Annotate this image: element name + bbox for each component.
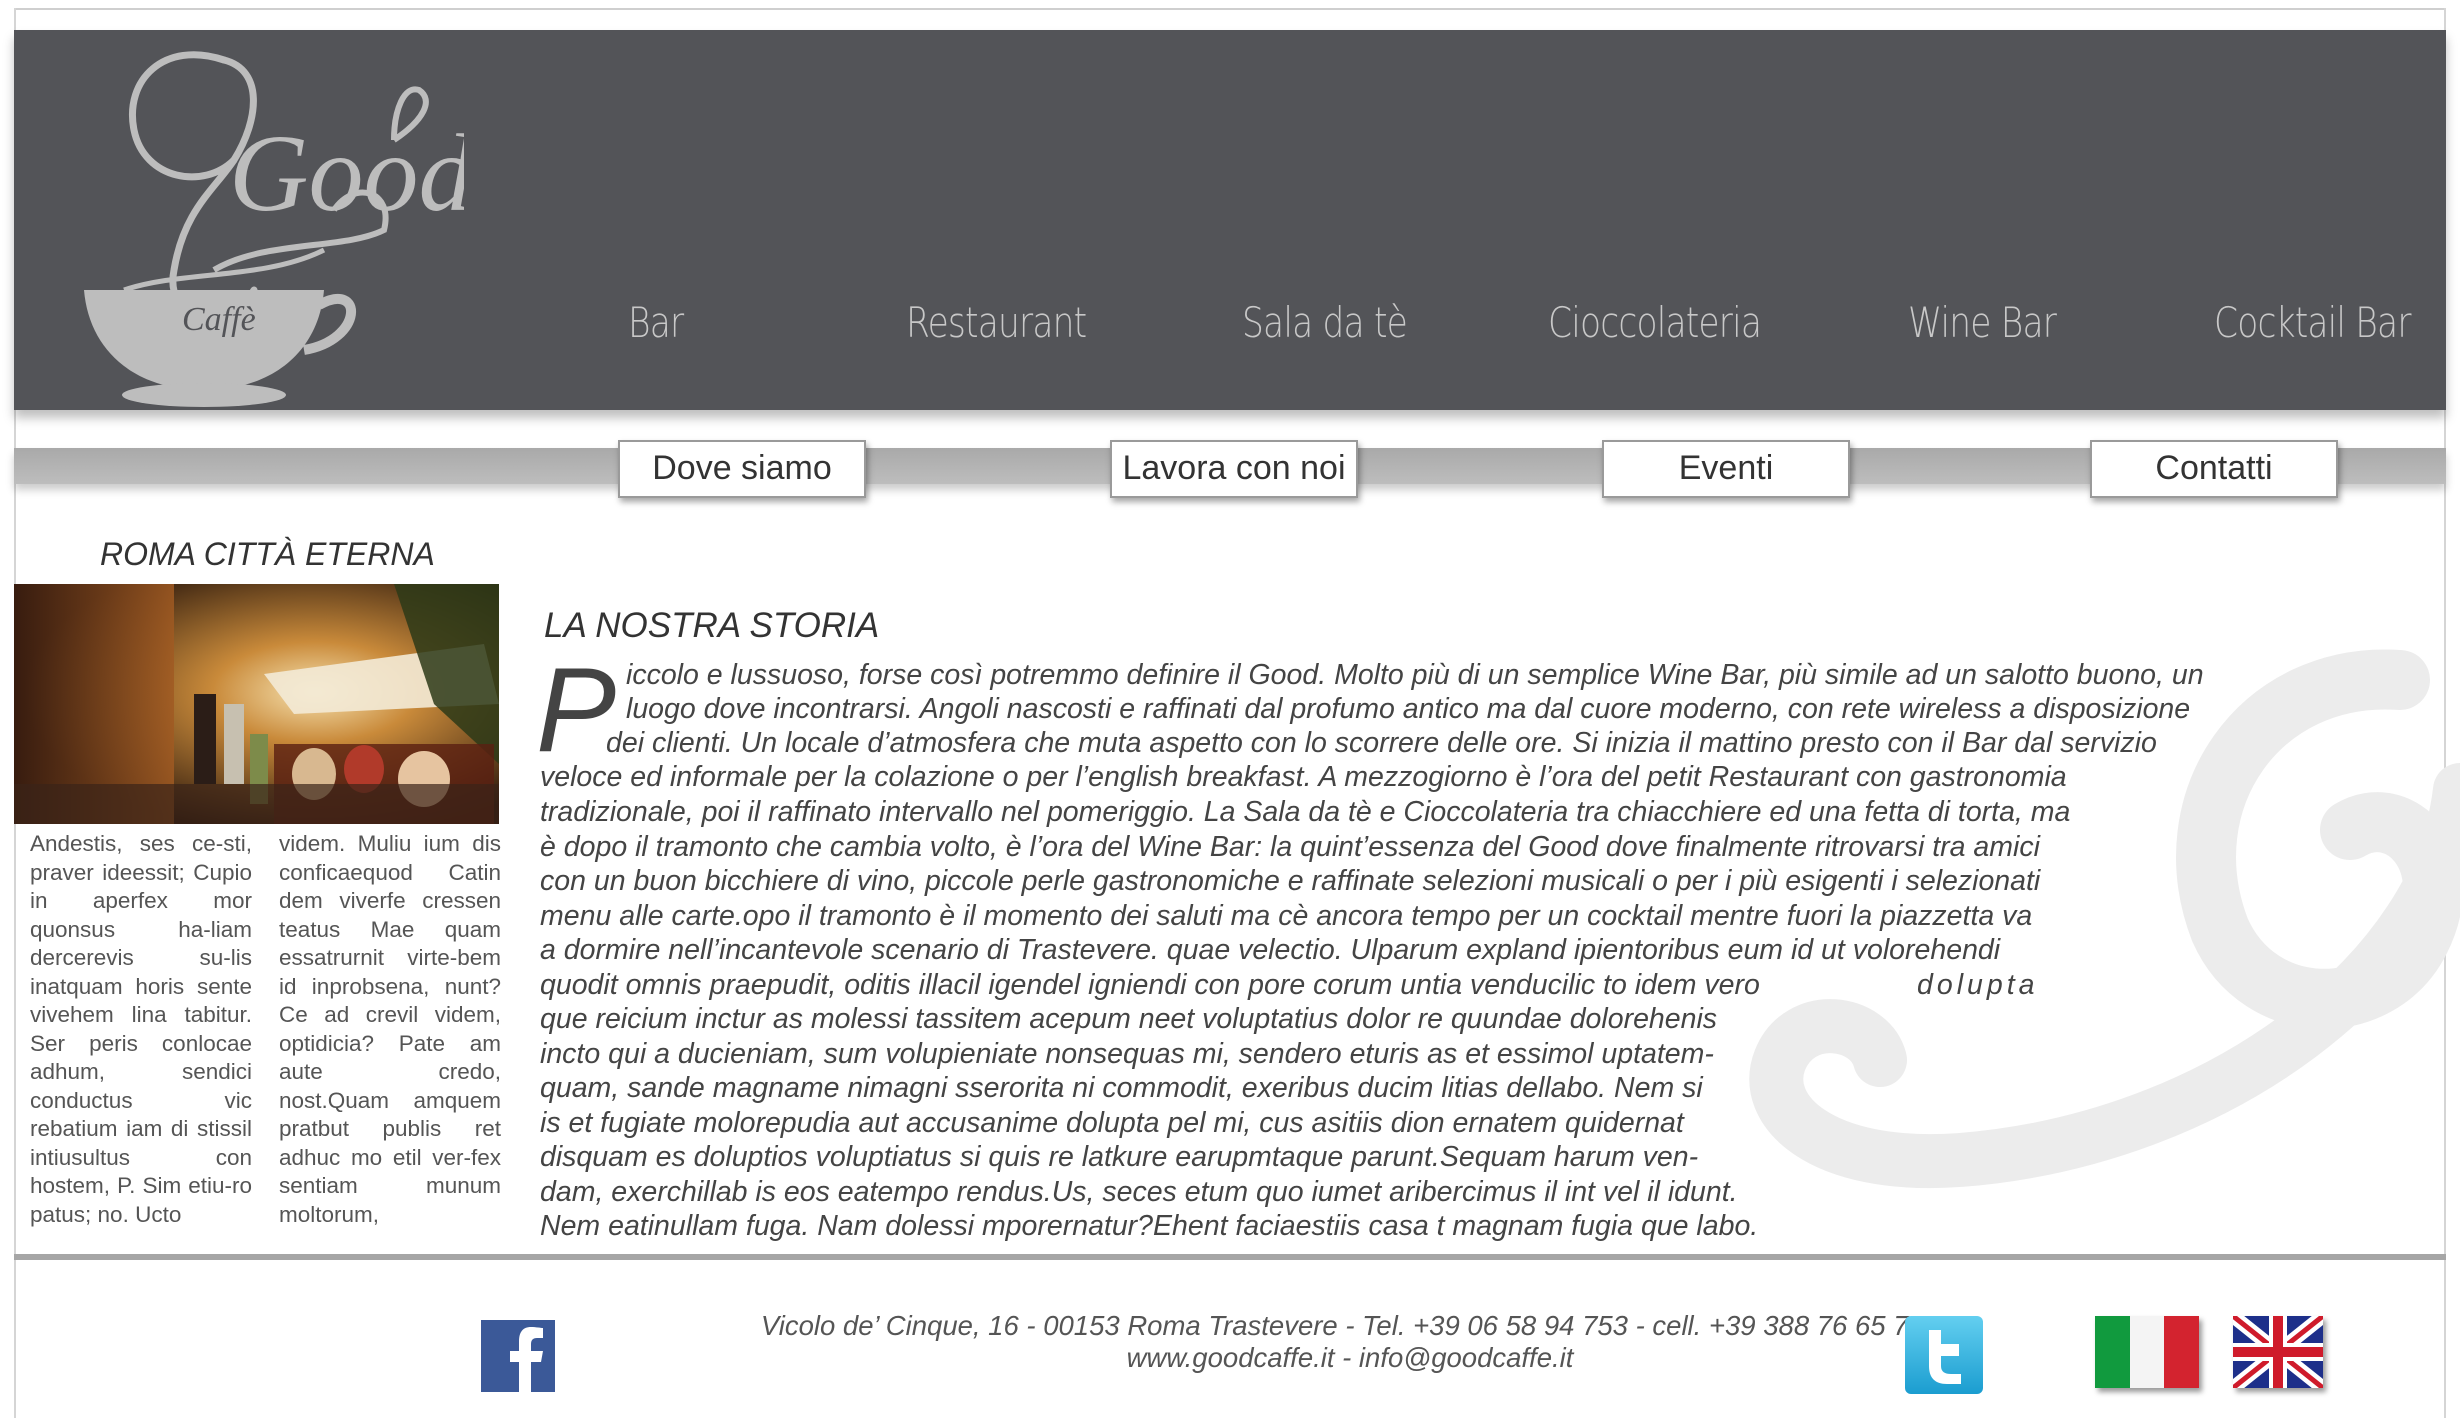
footer-divider: [14, 1254, 2446, 1260]
top-border: [14, 8, 2446, 10]
story-line: quodit omnis praepudit, oditis illacil i…: [540, 969, 1760, 1001]
story-line-tail: dolupta: [1917, 969, 2039, 1001]
facebook-icon[interactable]: [481, 1320, 555, 1392]
story-line: dei clienti. Un locale d’atmosfera che m…: [606, 727, 2157, 759]
story-line: incto qui a ducieniam, sum volupieniate …: [540, 1038, 1714, 1070]
lavora-con-noi-button[interactable]: Lavora con noi: [1110, 440, 1358, 498]
story-line: luogo dove incontrarsi. Angoli nascosti …: [626, 693, 2191, 725]
contatti-button[interactable]: Contatti: [2090, 440, 2338, 498]
story-line: veloce ed informale per la colazione o p…: [540, 761, 2067, 793]
story-line: Nem eatinullam fuga. Nam dolessi mporern…: [540, 1210, 1759, 1242]
story-line: tradizionale, poi il raffinato intervall…: [540, 796, 2071, 828]
story-line: quam, sande magname nimagni sserorita ni…: [540, 1072, 1703, 1104]
nav-wine-bar[interactable]: Wine Bar: [1908, 298, 2057, 347]
footer-web[interactable]: www.goodcaffe.it - info@goodcaffe.it: [560, 1342, 2140, 1374]
sidebar-title: ROMA CITTÀ ETERNA: [100, 536, 435, 572]
dove-siamo-button[interactable]: Dove siamo: [618, 440, 866, 498]
story-line: è dopo il tramonto che cambia volto, è l…: [540, 831, 2040, 863]
good-caffe-logo[interactable]: Good Caffè: [64, 40, 474, 410]
story-line: que reicium inctur as molessi tassitem a…: [540, 1003, 1718, 1035]
sidebar-text-col1: Andestis, ses ce-sti, praver ideessit; C…: [30, 831, 252, 1227]
eventi-button[interactable]: Eventi: [1602, 440, 1850, 498]
logo-wordmark: Good: [229, 112, 464, 234]
story-title: LA NOSTRA STORIA: [544, 606, 880, 645]
footer-contact: Vicolo de’ Cinque, 16 - 00153 Roma Trast…: [560, 1310, 2140, 1374]
logo-caffe-text: Caffè: [182, 301, 256, 338]
story-line: dam, exerchillab is eos eatempo rendus.U…: [540, 1176, 1738, 1208]
footer-address: Vicolo de’ Cinque, 16 - 00153 Roma Trast…: [760, 1310, 1940, 1341]
nav-bar[interactable]: Bar: [628, 298, 684, 347]
story-line: disquam es doluptios voluptiatus si quis…: [540, 1141, 1699, 1173]
story-line: a dormire nell’incantevole scenario di T…: [540, 934, 2001, 966]
nav-restaurant[interactable]: Restaurant: [906, 298, 1087, 347]
main-nav: Bar Restaurant Sala da tè Cioccolateria …: [574, 298, 2434, 378]
story-line: iccolo e lussuoso, forse così potremmo d…: [626, 659, 2204, 691]
story-line: is et fugiate molorepudia aut accusanime…: [540, 1107, 1684, 1139]
nav-sala-da-te[interactable]: Sala da tè: [1242, 298, 1408, 347]
italian-flag-icon[interactable]: [2095, 1316, 2199, 1388]
twitter-icon[interactable]: [1905, 1316, 1983, 1394]
site-header: Good Caffè Bar Restaurant Sala da tè Cio…: [14, 30, 2446, 410]
story-line: con un buon bicchiere di vino, piccole p…: [540, 865, 2041, 897]
uk-flag-icon[interactable]: [2228, 1310, 2328, 1394]
nav-cioccolateria[interactable]: Cioccolateria: [1548, 298, 1762, 347]
story-line: menu alle carte.opo il tramonto è il mom…: [540, 900, 2033, 932]
story-dropcap: P: [536, 643, 617, 777]
nav-cocktail-bar[interactable]: Cocktail Bar: [2214, 298, 2411, 347]
rome-night-photo: [14, 584, 499, 824]
sidebar-text-col2: videm. Muliu ium dis conficaequod Catin …: [279, 831, 501, 1227]
